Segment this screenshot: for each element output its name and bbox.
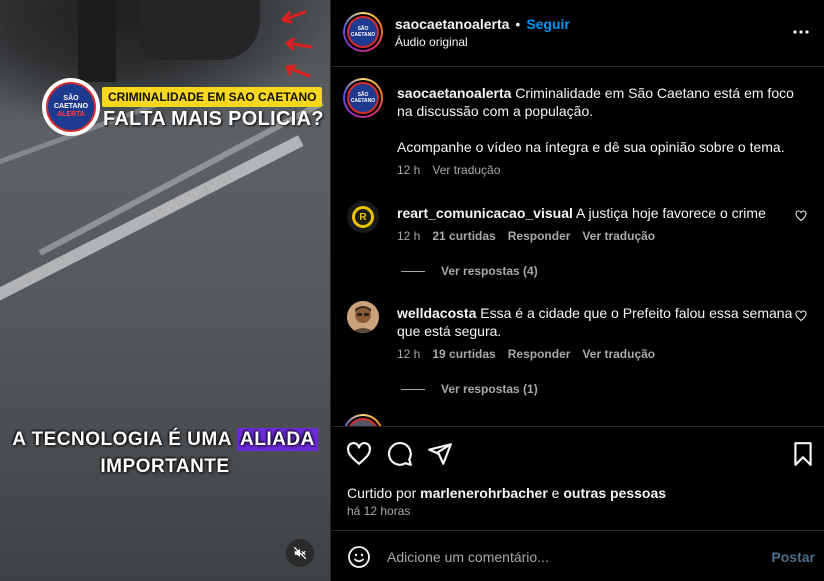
- comment-likes[interactable]: 19 curtidas: [432, 347, 495, 361]
- more-options-button[interactable]: [793, 24, 809, 40]
- more-horizontal-icon: [793, 30, 809, 34]
- translate-link[interactable]: Ver tradução: [432, 163, 500, 177]
- road-lane-marking: [0, 135, 304, 310]
- post-comment-button[interactable]: Postar: [771, 549, 815, 565]
- like-heart-icon[interactable]: [346, 441, 372, 467]
- comment-body: reart_comunicacao_visual A justiça hoje …: [397, 204, 797, 222]
- share-send-icon[interactable]: [427, 441, 453, 467]
- audio-link[interactable]: Áudio original: [395, 35, 468, 49]
- video-car-shape: [140, 0, 260, 60]
- comment-input[interactable]: [387, 547, 757, 567]
- caption-highlight: ALIADA: [237, 428, 318, 451]
- reel-video[interactable]: SÃO CAETANO ALERTA CRIMINALIDADE EM SAO …: [0, 0, 330, 581]
- person-photo-icon: [347, 301, 379, 333]
- comment-time: 12 h: [397, 347, 421, 361]
- comment-item: R reart_comunicacao_visual A justiça hoj…: [347, 201, 817, 281]
- post-actions: Curtido por marlenerohrbacher e outras p…: [331, 426, 824, 530]
- video-caption-line1: A TECNOLOGIA É UMA ALIADA: [0, 428, 330, 451]
- separator-dot: •: [515, 16, 521, 32]
- comment-username[interactable]: welldacosta: [397, 305, 476, 321]
- comment-likes[interactable]: 21 curtidas: [432, 229, 495, 243]
- add-comment-bar: Postar: [331, 530, 824, 581]
- author-username[interactable]: saocaetanoalerta: [395, 16, 509, 32]
- like-comment-heart-icon[interactable]: [795, 310, 807, 322]
- author-logo: SÃO CAETANO: [347, 16, 379, 48]
- view-replies-button[interactable]: Ver respostas (1): [401, 382, 538, 396]
- channel-logo: SÃO CAETANO ALERTA: [42, 78, 100, 136]
- liked-by-text: Curtido por marlenerohrbacher e outras p…: [347, 485, 667, 501]
- caption-body: saocaetanoalerta Criminalidade em São Ca…: [397, 84, 797, 120]
- translate-link[interactable]: Ver tradução: [582, 229, 655, 243]
- speaker-muted-icon: [293, 546, 307, 560]
- red-arrow-icon: [283, 37, 313, 51]
- caption-username[interactable]: saocaetanoalerta: [397, 85, 511, 101]
- view-replies-button[interactable]: Ver respostas (4): [401, 264, 538, 278]
- liked-by-user-link[interactable]: marlenerohrbacher: [420, 485, 548, 501]
- reply-button[interactable]: Responder: [508, 229, 571, 243]
- commenter-avatar[interactable]: R: [347, 201, 379, 233]
- video-topic-tag: CRIMINALIDADE EM SAO CAETANO: [102, 87, 323, 107]
- reply-button[interactable]: Responder: [508, 347, 571, 361]
- video-caption-line2: IMPORTANTE: [100, 456, 230, 477]
- comment-item: welldacosta Essa é a cidade que o Prefei…: [347, 301, 817, 401]
- caption-avatar[interactable]: SÃO CAETANO: [343, 78, 383, 118]
- comment-item-partial: [343, 414, 817, 426]
- logo-text-bottom: ALERTA: [57, 111, 85, 118]
- comments-list[interactable]: SÃO CAETANO saocaetanoalerta Criminalida…: [331, 68, 824, 426]
- post-timestamp[interactable]: há 12 horas: [347, 504, 410, 518]
- comment-meta: 12 h 21 curtidas Responder Ver tradução: [397, 229, 667, 243]
- comment-time: 12 h: [397, 229, 421, 243]
- comment-bubble-icon[interactable]: [387, 441, 413, 467]
- replies-divider: [401, 270, 425, 272]
- logo-text-top: SÃO CAETANO: [53, 95, 89, 110]
- liked-by-others-link[interactable]: outras pessoas: [563, 485, 666, 501]
- mute-button[interactable]: [286, 539, 314, 567]
- like-comment-heart-icon[interactable]: [795, 210, 807, 222]
- save-bookmark-icon[interactable]: [790, 441, 816, 467]
- caption-text2: Acompanhe o vídeo na íntegra e dê sua op…: [397, 139, 785, 155]
- post-header: SÃO CAETANO saocaetanoalerta • Seguir Áudi…: [331, 0, 824, 67]
- reart-logo-icon: R: [352, 206, 374, 228]
- comment-text: A justiça hoje favorece o crime: [576, 205, 766, 221]
- caption-meta: 12 h Ver tradução: [397, 163, 512, 177]
- translate-link[interactable]: Ver tradução: [582, 347, 655, 361]
- follow-button[interactable]: Seguir: [526, 16, 570, 32]
- author-avatar[interactable]: SÃO CAETANO: [343, 12, 383, 52]
- commenter-avatar[interactable]: [343, 414, 383, 426]
- post-side-panel: SÃO CAETANO saocaetanoalerta • Seguir Áudi…: [330, 0, 824, 581]
- video-tree-trunk: [78, 0, 116, 82]
- video-headline: FALTA MAIS POLICIA?: [103, 108, 324, 130]
- red-arrow-icon: [277, 10, 307, 24]
- comment-meta: 12 h 19 curtidas Responder Ver tradução: [397, 347, 667, 361]
- comment-body: welldacosta Essa é a cidade que o Prefei…: [397, 304, 797, 340]
- red-arrow-icon: [282, 64, 312, 78]
- comment-username[interactable]: reart_comunicacao_visual: [397, 205, 573, 221]
- caption-time: 12 h: [397, 163, 421, 177]
- replies-divider: [401, 388, 425, 390]
- commenter-avatar[interactable]: [347, 301, 379, 333]
- emoji-icon[interactable]: [347, 545, 371, 569]
- post-caption: SÃO CAETANO saocaetanoalerta Criminalida…: [343, 78, 817, 190]
- caption-text: A TECNOLOGIA É UMA: [12, 429, 238, 450]
